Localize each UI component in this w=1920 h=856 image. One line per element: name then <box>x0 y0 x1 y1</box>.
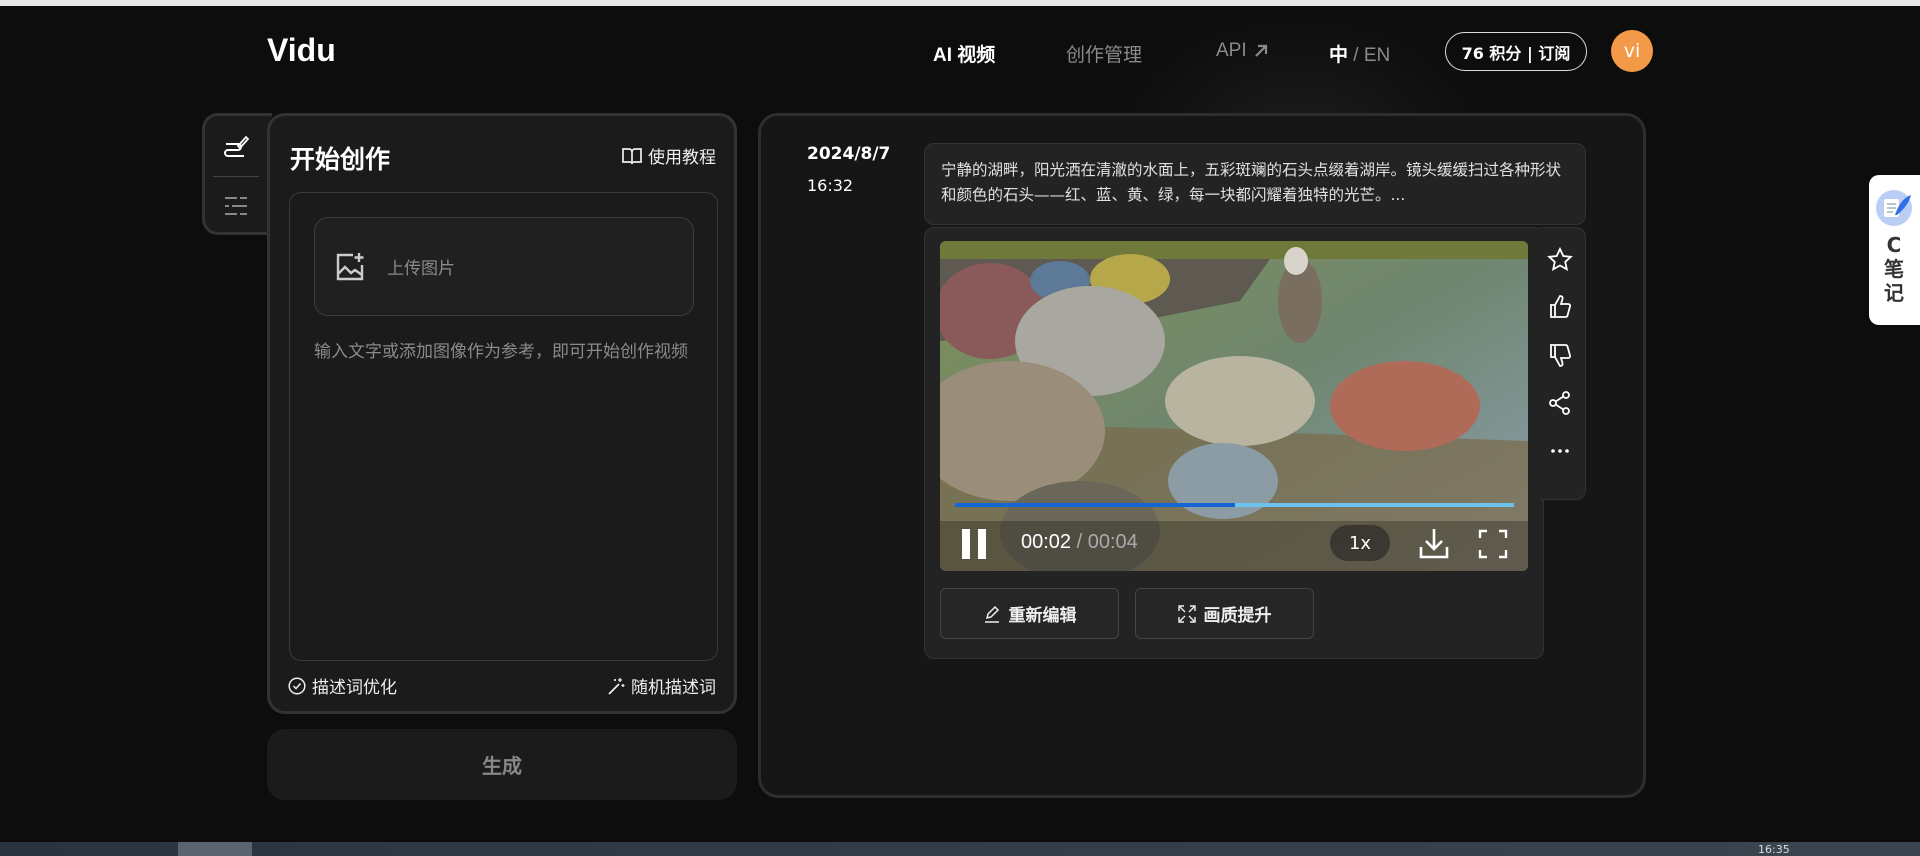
fullscreen-icon[interactable] <box>1478 529 1508 559</box>
taskbar: 16:35 <box>0 842 1920 856</box>
time-sep: / <box>1071 531 1088 553</box>
generate-button[interactable]: 生成 <box>267 729 737 800</box>
re-edit-label: 重新编辑 <box>1008 606 1077 626</box>
notes-quill-icon <box>1876 190 1912 226</box>
edit-pencil-icon <box>984 605 999 623</box>
video-progress-fill <box>955 503 1235 507</box>
download-icon[interactable] <box>1418 527 1450 559</box>
create-panel: 开始创作 使用教程 上传图片 输入文字或添加图像作为参考，即可开始创作视频 描述… <box>267 113 737 714</box>
video-progress-bar[interactable] <box>955 503 1514 507</box>
expand-icon <box>1177 604 1196 623</box>
more-icon[interactable] <box>1547 438 1573 464</box>
pause-button[interactable] <box>962 529 988 559</box>
prompt-area[interactable]: 上传图片 输入文字或添加图像作为参考，即可开始创作视频 <box>289 192 718 661</box>
playback-speed-button[interactable]: 1x <box>1330 525 1390 561</box>
prompt-bubble: 宁静的湖畔，阳光洒在清澈的水面上，五彩斑斓的石头点缀着湖岸。镜头缓缓扫过各种形状… <box>924 143 1586 225</box>
nav-creation-management[interactable]: 创作管理 <box>1066 40 1142 67</box>
create-pen-icon[interactable] <box>221 132 251 160</box>
magic-wand-icon <box>608 677 625 695</box>
current-time: 00:02 <box>1021 531 1072 553</box>
prompt-optimize-toggle[interactable]: 描述词优化 <box>288 673 397 698</box>
lang-en[interactable]: EN <box>1364 45 1390 66</box>
random-prompt-button[interactable]: 随机描述词 <box>607 673 716 698</box>
upload-label: 上传图片 <box>387 259 455 279</box>
video-player[interactable]: 00:02 / 00:04 1x <box>940 241 1528 571</box>
arrow-up-right-icon <box>1254 44 1267 57</box>
tab-divider <box>213 176 259 177</box>
upscale-label: 画质提升 <box>1203 606 1272 626</box>
thumbs-down-icon[interactable] <box>1547 342 1573 368</box>
nav-api[interactable]: API <box>1216 40 1269 62</box>
nav-ai-video[interactable]: AI 视频 <box>933 40 995 67</box>
thumbs-up-icon[interactable] <box>1547 294 1573 320</box>
tutorial-link[interactable]: 使用教程 <box>622 143 716 168</box>
credits-subscribe-button[interactable]: 76 积分 | 订阅 <box>1445 32 1587 71</box>
taskbar-app[interactable] <box>178 842 252 856</box>
browser-top-bar <box>0 0 1920 6</box>
lang-zh[interactable]: 中 <box>1329 45 1348 66</box>
panel-title: 开始创作 <box>290 145 391 174</box>
random-label: 随机描述词 <box>631 678 716 698</box>
settings-sliders-icon[interactable] <box>223 194 249 218</box>
user-avatar[interactable]: vi <box>1611 30 1653 72</box>
check-circle-icon <box>288 676 306 695</box>
book-icon <box>622 147 642 164</box>
nav-api-label: API <box>1216 40 1247 61</box>
c-notes-label: C笔记 <box>1884 233 1904 305</box>
video-time: 00:02 / 00:04 <box>1021 531 1138 554</box>
vidu-logo[interactable]: Vidu <box>267 32 336 69</box>
image-add-icon <box>336 252 364 280</box>
upload-image-button[interactable]: 上传图片 <box>314 217 694 316</box>
tutorial-label: 使用教程 <box>648 148 716 168</box>
lang-sep: / <box>1348 45 1364 66</box>
result-date: 2024/8/7 <box>807 144 891 164</box>
duration: 00:04 <box>1087 531 1138 553</box>
c-notes-widget[interactable]: C笔记 <box>1869 175 1920 325</box>
optimize-label: 描述词优化 <box>312 678 397 698</box>
re-edit-button[interactable]: 重新编辑 <box>940 588 1119 639</box>
taskbar-clock: 16:35 <box>1758 843 1790 856</box>
upscale-button[interactable]: 画质提升 <box>1135 588 1314 639</box>
mode-tabs <box>202 113 272 235</box>
prompt-placeholder[interactable]: 输入文字或添加图像作为参考，即可开始创作视频 <box>314 339 704 366</box>
language-switch[interactable]: 中 / EN <box>1329 40 1390 67</box>
video-controls: 00:02 / 00:04 1x <box>940 521 1528 571</box>
result-time: 16:32 <box>807 176 854 195</box>
share-icon[interactable] <box>1547 390 1573 416</box>
star-icon[interactable] <box>1547 247 1573 273</box>
